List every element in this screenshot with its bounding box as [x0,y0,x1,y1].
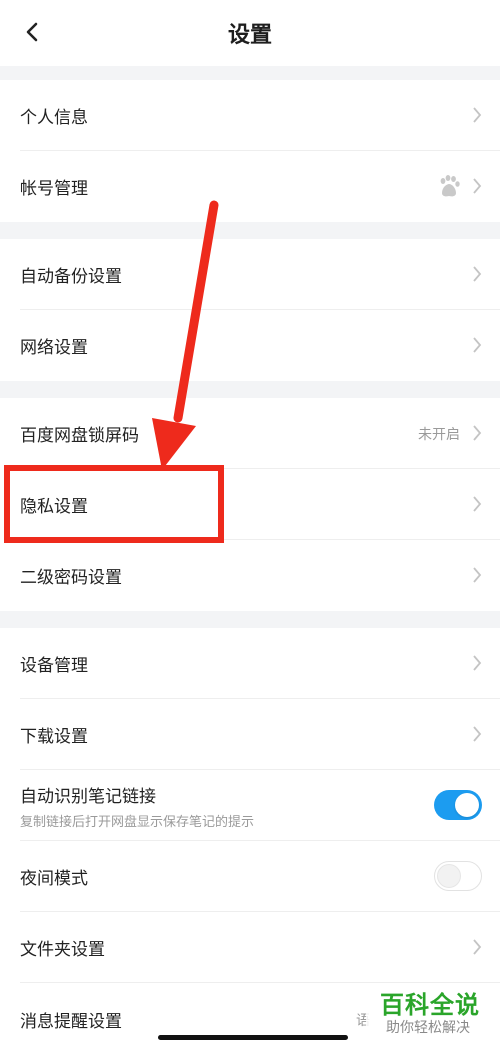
chevron-right-icon [473,425,482,441]
chevron-right-icon [473,107,482,123]
note-link-toggle[interactable] [434,790,482,820]
row-label: 自动备份设置 [20,267,122,287]
chevron-right-icon [473,496,482,512]
watermark: 百科全说 助你轻松解决 [366,985,486,1041]
divider [20,982,500,983]
chevron-right-icon [473,266,482,282]
chevron-right-icon [473,567,482,583]
section-gap [0,222,500,239]
row-label: 文件夹设置 [20,940,105,960]
watermark-title: 百科全说 [380,991,480,1019]
watermark-subtitle: 助你轻松解决 [386,1020,470,1036]
row-download-settings[interactable]: 下载设置 [0,699,500,770]
row-auto-backup[interactable]: 自动备份设置 [0,239,500,310]
chevron-right-icon [473,178,482,194]
chevron-right-icon [473,726,482,742]
row-personal-info[interactable]: 个人信息 [0,80,500,151]
section-gap [0,611,500,628]
row-folder-settings[interactable]: 文件夹设置 [0,912,500,983]
row-label: 网络设置 [20,338,88,358]
row-label: 自动识别笔记链接 [20,787,156,807]
settings-screen: 设置 个人信息 帐号管理 自动备份设置 网络设置 百度网盘锁屏码 未开启 隐私设… [0,0,500,1047]
chevron-right-icon [473,337,482,353]
row-label: 消息提醒设置 [20,1012,122,1032]
row-auto-detect-note-links: 自动识别笔记链接 复制链接后打开网盘显示保存笔记的提示 [0,770,500,841]
section-gap [0,66,500,80]
row-device-management[interactable]: 设备管理 [0,628,500,699]
row-lock-screen-code[interactable]: 百度网盘锁屏码 未开启 [0,398,500,469]
row-label: 下载设置 [20,727,88,747]
row-label: 个人信息 [20,108,88,128]
chevron-right-icon [473,939,482,955]
row-label: 夜间模式 [20,869,88,889]
toggle-knob [437,864,461,888]
home-indicator [158,1035,348,1040]
toggle-knob [455,793,479,817]
row-label: 帐号管理 [20,179,88,199]
baidu-paw-icon [440,175,460,197]
page-title: 设置 [227,23,272,48]
row-label: 百度网盘锁屏码 [20,426,139,446]
lock-status-value: 未开启 [418,426,460,443]
row-secondary-password[interactable]: 二级密码设置 [0,540,500,611]
row-subtitle: 复制链接后打开网盘显示保存笔记的提示 [20,815,255,830]
row-label: 二级密码设置 [20,568,122,588]
night-mode-toggle[interactable] [434,861,482,891]
row-account-management[interactable]: 帐号管理 [0,151,500,222]
row-night-mode: 夜间模式 [0,841,500,912]
section-gap [0,381,500,398]
chevron-left-icon [26,22,38,42]
header-bar: 设置 [0,0,500,66]
chevron-right-icon [473,655,482,671]
highlight-box [4,465,224,543]
row-label: 设备管理 [20,656,88,676]
row-network-settings[interactable]: 网络设置 [0,310,500,381]
back-button[interactable] [14,14,50,50]
